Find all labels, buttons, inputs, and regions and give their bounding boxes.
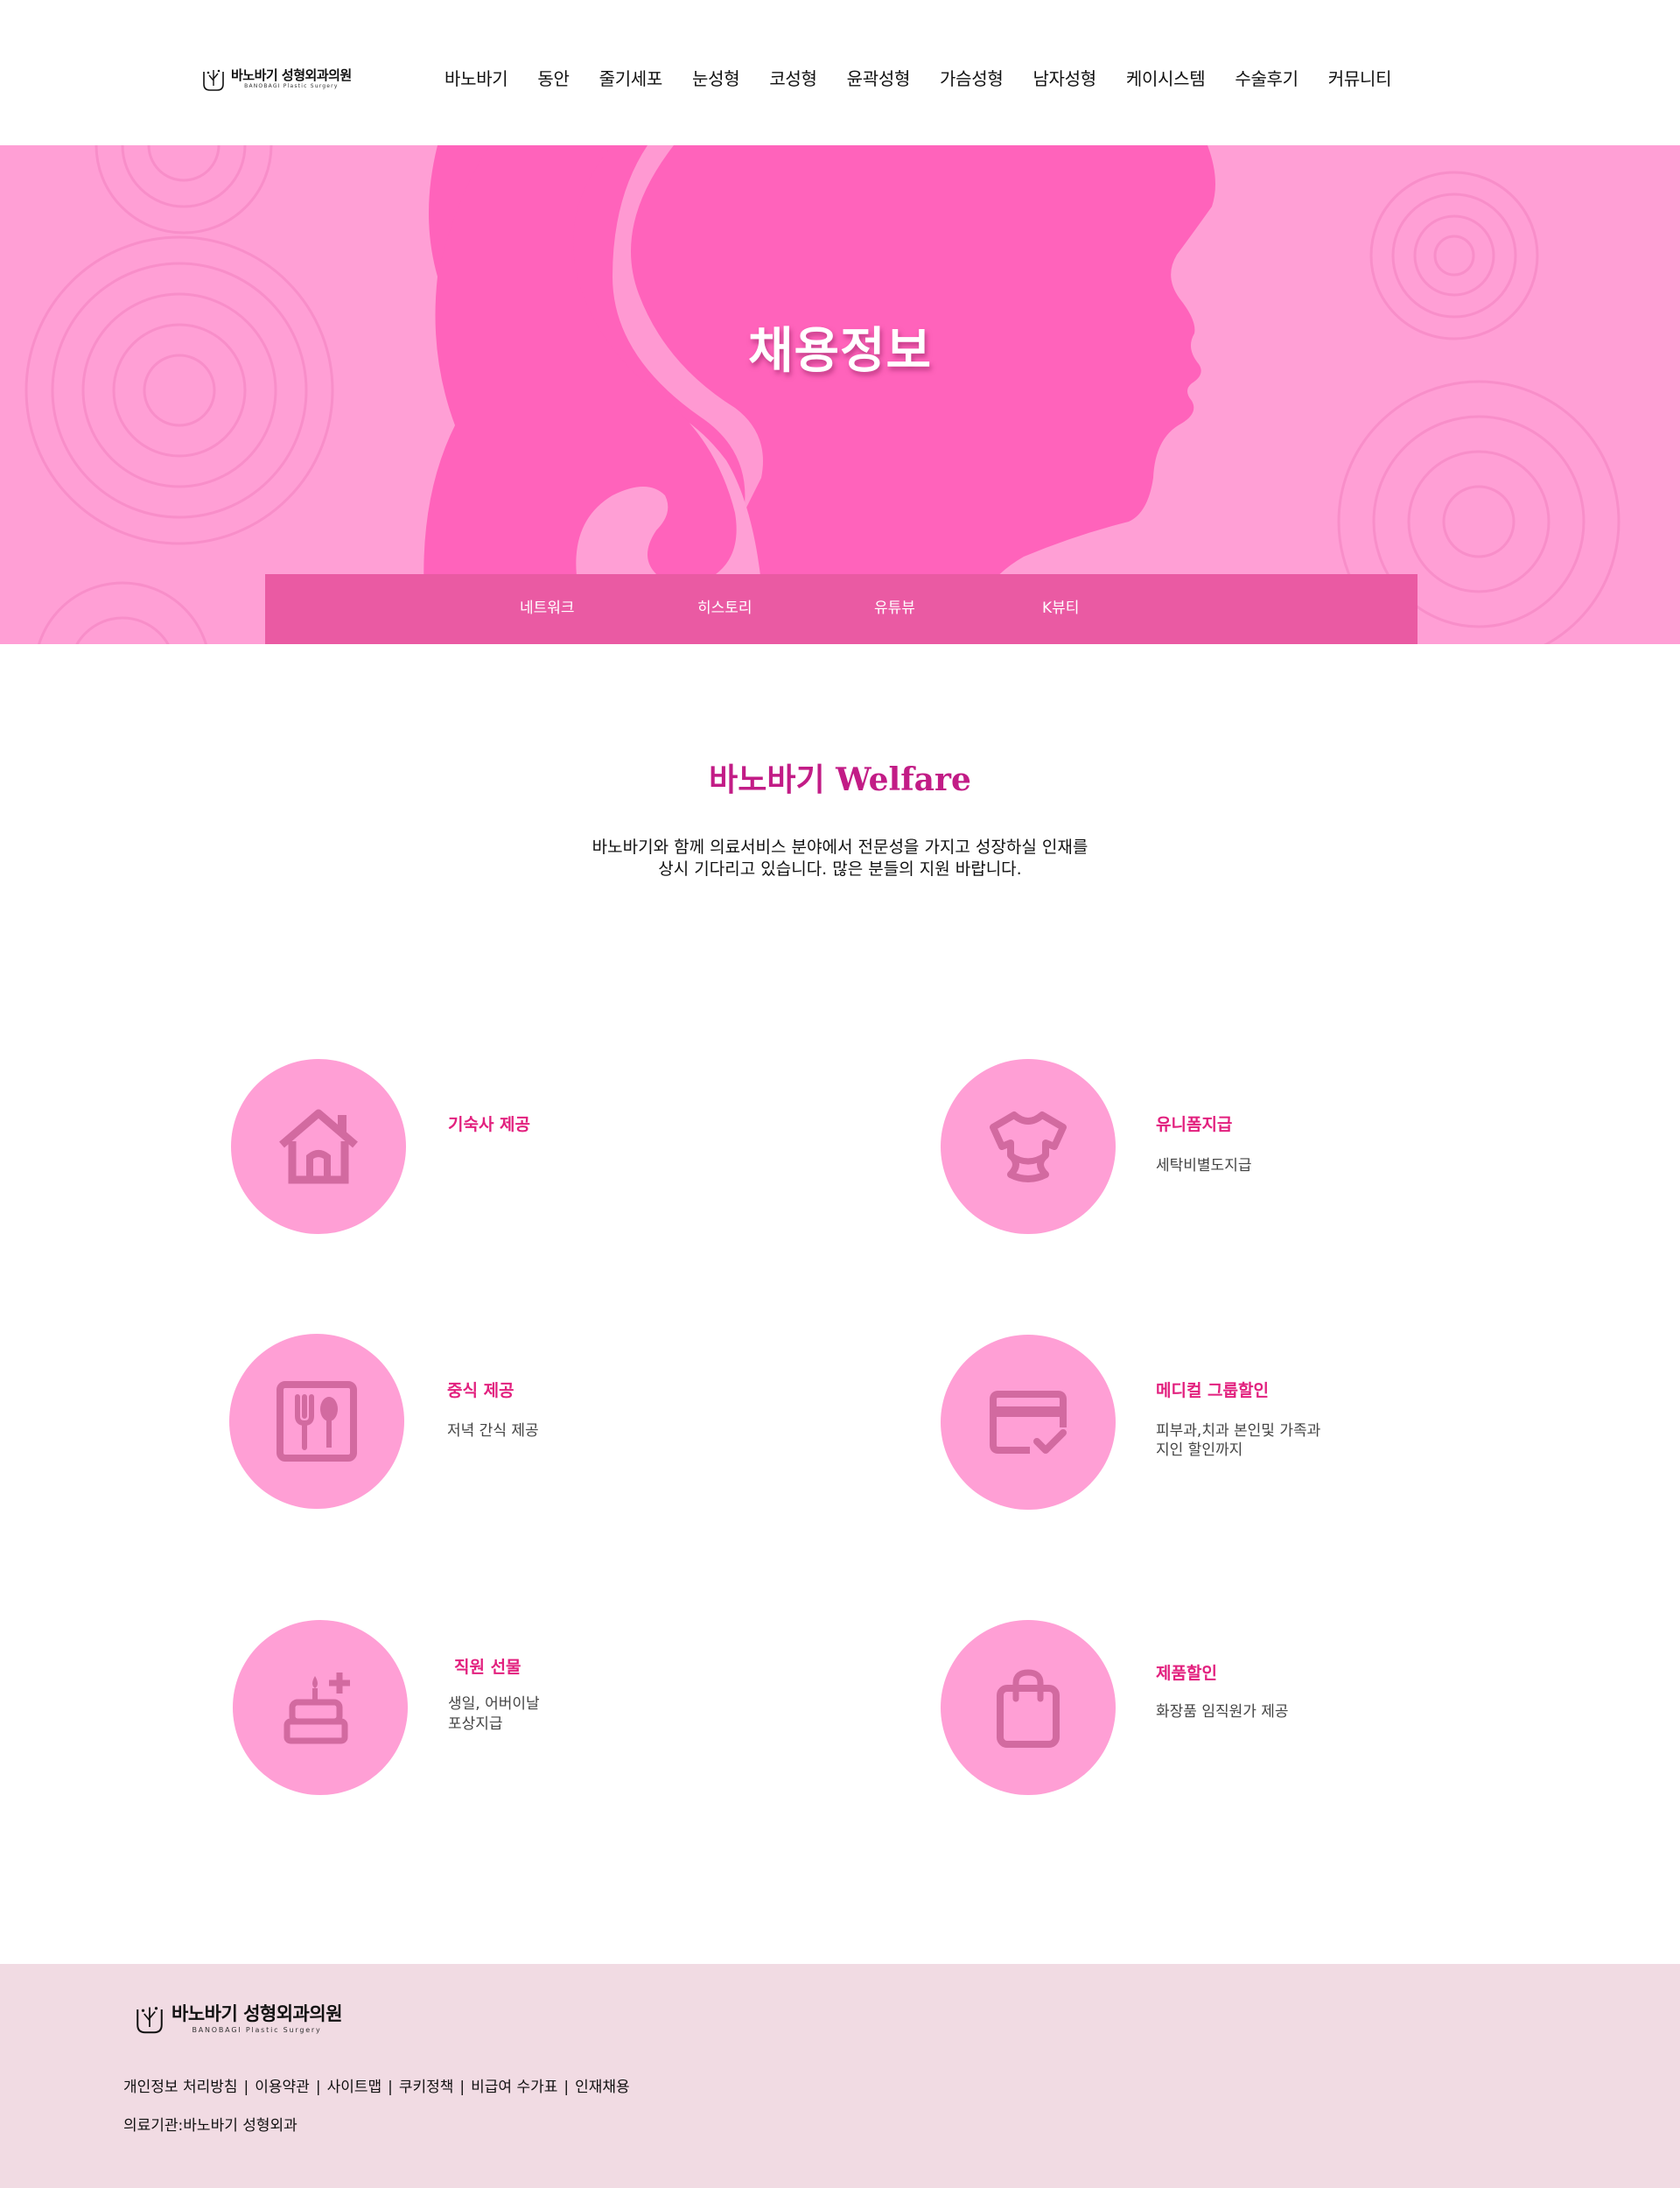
benefit-desc: 세탁비별도지급 [1156, 1157, 1252, 1175]
footer-logo[interactable]: 바노바기 성형외과의원 BANOBAGI Plastic Surgery [133, 2001, 343, 2036]
benefit-circle-lunch [229, 1334, 404, 1509]
benefit-circle-medical [941, 1335, 1116, 1510]
benefit-circle-uniform [941, 1059, 1116, 1234]
footer-link-cookie[interactable]: 쿠키정책 [399, 2077, 454, 2098]
footer-link-terms[interactable]: 이용약관 [255, 2077, 310, 2098]
cake-plus-icon [284, 1673, 350, 1744]
benefit-desc: 지인 할인까지 [1156, 1441, 1243, 1459]
benefit-title: 메디컬 그룹할인 [1156, 1381, 1269, 1400]
welfare-desc-line: 바노바기와 함께 의료서비스 분야에서 전문성을 가지고 성장하실 인재를 [592, 838, 1088, 857]
nav-item-nose[interactable]: 코성형 [769, 67, 817, 91]
welfare-title: 바노바기 Welfare [0, 758, 1680, 803]
footer-logo-name: 바노바기 성형외과의원 [172, 2002, 343, 2024]
nav-item-breast[interactable]: 가슴성형 [940, 67, 1004, 91]
subnav-item-network[interactable]: 네트워크 [520, 599, 575, 618]
benefit-title: 기숙사 제공 [448, 1115, 531, 1134]
footer-link-separator: | [388, 2079, 393, 2096]
nav-item-reviews[interactable]: 수술후기 [1235, 67, 1298, 91]
nav-item-men[interactable]: 남자성형 [1032, 67, 1096, 91]
footer-link-separator: | [243, 2079, 249, 2096]
footer-link-fees[interactable]: 비급여 수가표 [471, 2077, 557, 2098]
benefit-title: 직원 선물 [454, 1658, 522, 1677]
logo-name: 바노바기 성형외과의원 [231, 67, 352, 83]
nav-item-antiaging[interactable]: 동안 [537, 67, 570, 91]
benefit-desc: 생일, 어버이날 [448, 1695, 540, 1713]
benefit-title: 제품할인 [1156, 1664, 1217, 1683]
footer-institution: 의료기관:바노바기 성형외과 [123, 2117, 298, 2135]
footer-link-separator: | [315, 2079, 321, 2096]
benefit-desc: 화장품 임직원가 제공 [1156, 1703, 1289, 1721]
house-icon [279, 1109, 358, 1184]
nav-item-contour[interactable]: 윤곽성형 [847, 67, 911, 91]
footer-link-separator: | [564, 2079, 570, 2096]
logo-mark-icon [136, 2007, 163, 2034]
site-footer: 바노바기 성형외과의원 BANOBAGI Plastic Surgery 개인정… [0, 1964, 1680, 2188]
hero-background-art [24, 145, 1620, 644]
benefit-desc: 포상지급 [448, 1715, 503, 1733]
logo-subtitle: BANOBAGI Plastic Surgery [244, 83, 339, 89]
welfare-desc-line: 상시 기다리고 있습니다. 많은 분들의 지원 바랍니다. [658, 859, 1022, 879]
footer-link-sitemap[interactable]: 사이트맵 [327, 2077, 382, 2098]
welfare-title-ko: 바노바기 [709, 762, 825, 798]
footer-logo-subtitle: BANOBAGI Plastic Surgery [192, 2025, 322, 2034]
benefit-desc: 피부과,치과 본인및 가족과 [1156, 1422, 1321, 1440]
benefit-circle-product [941, 1620, 1116, 1795]
footer-links: 개인정보 처리방침 | 이용약관 | 사이트맵 | 쿠키정책 | 비급여 수가표… [123, 2077, 630, 2098]
benefit-circle-gift [233, 1620, 408, 1795]
footer-link-privacy[interactable]: 개인정보 처리방침 [123, 2077, 238, 2098]
tshirt-icon [990, 1112, 1067, 1182]
nav-item-banobagi[interactable]: 바노바기 [444, 67, 508, 91]
nav-item-stemcell[interactable]: 줄기세포 [599, 67, 663, 91]
site-header: 바노바기 성형외과의원 BANOBAGI Plastic Surgery 바노바… [0, 0, 1680, 145]
card-check-icon [990, 1391, 1067, 1454]
subnav-item-kbeauty[interactable]: K뷰티 [1042, 599, 1079, 618]
benefit-title: 유니폼지급 [1156, 1115, 1233, 1134]
site-logo[interactable]: 바노바기 성형외과의원 BANOBAGI Plastic Surgery [201, 65, 352, 93]
footer-link-separator: | [459, 2079, 466, 2096]
sub-nav: 네트워크 히스토리 유튜뷰 K뷰티 [265, 574, 1418, 644]
logo-mark-icon [203, 69, 224, 91]
nav-item-eye[interactable]: 눈성형 [692, 67, 740, 91]
benefit-title: 중식 제공 [447, 1381, 514, 1400]
welfare-title-en: Welfare [836, 761, 971, 798]
nav-item-ksystem[interactable]: 케이시스템 [1126, 67, 1206, 91]
benefit-circle-dormitory [231, 1059, 406, 1234]
fork-spoon-icon [276, 1381, 357, 1462]
shopping-bag-icon [997, 1669, 1060, 1748]
main-nav: 바노바기 동안 줄기세포 눈성형 코성형 윤곽성형 가슴성형 남자성형 케이시스… [444, 67, 1421, 91]
benefit-desc: 저녁 간식 제공 [447, 1422, 539, 1440]
nav-item-community[interactable]: 커뮤니티 [1328, 67, 1392, 91]
welfare-description: 바노바기와 함께 의료서비스 분야에서 전문성을 가지고 성장하실 인재를 상시… [0, 837, 1680, 880]
subnav-item-history[interactable]: 히스토리 [697, 599, 752, 618]
hero-banner: 채용정보 네트워크 히스토리 유튜뷰 K뷰티 [0, 145, 1680, 644]
page-title: 채용정보 [747, 323, 933, 380]
footer-link-careers[interactable]: 인재채용 [575, 2077, 630, 2098]
subnav-item-youtube[interactable]: 유튜뷰 [874, 599, 915, 618]
